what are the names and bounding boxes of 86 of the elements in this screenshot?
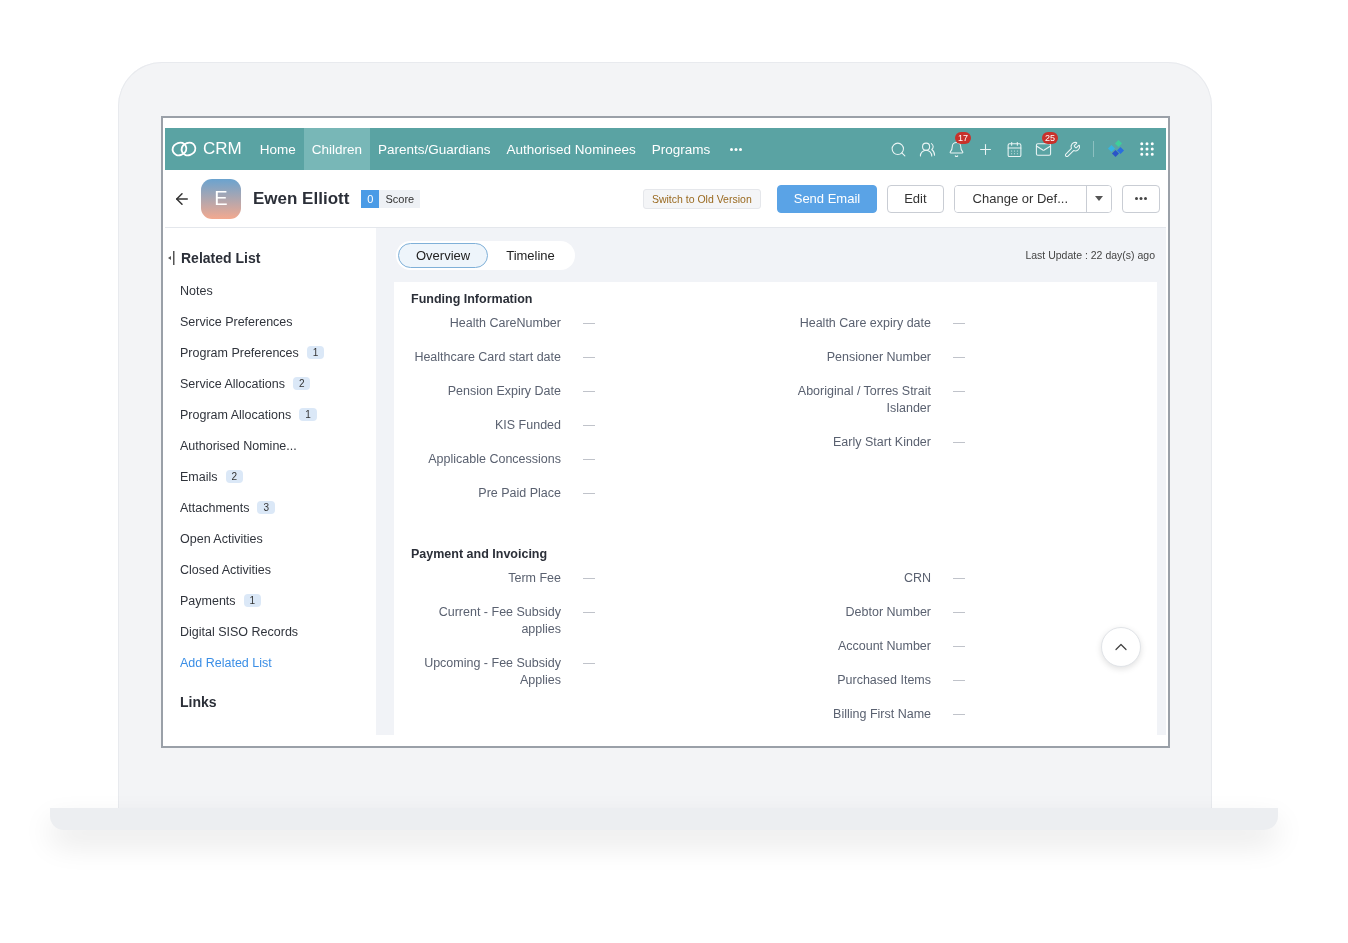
view-tab[interactable]: Timeline — [488, 242, 573, 268]
people-icon[interactable] — [919, 140, 936, 158]
related-list-item[interactable]: Payments — [180, 593, 236, 608]
search-icon[interactable] — [890, 140, 907, 158]
apps-grid-icon[interactable] — [1138, 140, 1156, 158]
item-count: 2 — [225, 470, 244, 483]
field-value: — — [583, 570, 595, 587]
mail-icon[interactable] — [1035, 140, 1052, 158]
field-value: — — [583, 655, 595, 672]
edit-button[interactable]: Edit — [887, 184, 944, 213]
field-label: Pension Expiry Date — [446, 383, 561, 400]
item-count: 3 — [257, 501, 276, 514]
score-value: 0 — [361, 189, 380, 208]
item-count: 1 — [243, 594, 262, 607]
score-label: Score — [384, 191, 416, 207]
notification-count: 25 — [1042, 131, 1058, 144]
field-value: — — [583, 349, 595, 366]
item-count: 1 — [306, 346, 325, 359]
field-label: Current - Fee Subsidy applies — [437, 604, 561, 638]
section-heading: Related List — [181, 250, 261, 266]
field-value: — — [953, 672, 965, 689]
rings-logo-icon — [171, 140, 197, 158]
collapse-icon[interactable] — [168, 251, 175, 265]
field-value: — — [953, 434, 965, 451]
avatar: E — [201, 178, 241, 219]
field-value: — — [583, 451, 595, 468]
field-value: — — [953, 604, 965, 621]
field-label: Billing First Name — [832, 706, 931, 723]
field-label: Term Fee — [507, 570, 561, 587]
field-label: Healthcare Card start date — [413, 349, 561, 366]
field-label: Upcoming - Fee Subsidy Applies — [423, 655, 561, 689]
field-label: Debtor Number — [844, 604, 931, 621]
related-list-item[interactable]: Authorised Nomine... — [180, 438, 297, 453]
item-count: 1 — [299, 408, 317, 421]
field-label: Aboriginal / Torres Strait Islander — [796, 383, 931, 417]
switch-version-link[interactable]: Switch to Old Version — [642, 188, 761, 209]
field-value: — — [583, 383, 595, 400]
section-title: Payment and Invoicing — [411, 547, 549, 561]
ellipsis-icon — [1135, 197, 1147, 200]
caret-icon — [1095, 196, 1103, 201]
ellipsis-icon — [730, 147, 743, 151]
section-title: Funding Information — [411, 292, 534, 306]
field-label: Early Start Kinder — [832, 434, 931, 451]
record-name: Ewen Elliott — [253, 188, 350, 209]
field-value: — — [953, 315, 965, 332]
view-tab[interactable]: Overview — [398, 242, 489, 268]
related-list-item[interactable]: Program Preferences — [180, 345, 299, 360]
bell-icon[interactable] — [948, 140, 965, 158]
field-value: — — [583, 417, 595, 434]
related-list-item[interactable]: Closed Activities — [180, 562, 271, 577]
add-link[interactable]: Add Related List — [180, 655, 272, 670]
field-value: — — [583, 315, 595, 332]
diamonds-logo-icon[interactable] — [1106, 140, 1126, 158]
last-update-text: Last Update : 22 day(s) ago — [1025, 249, 1155, 261]
related-list-item[interactable]: Emails — [180, 469, 218, 484]
notification-count: 17 — [955, 131, 971, 144]
field-value: — — [953, 383, 965, 400]
field-label: Health CareNumber — [448, 315, 561, 332]
related-list-item[interactable]: Notes — [180, 283, 213, 298]
calendar-icon[interactable] — [1006, 140, 1023, 158]
field-label: CRN — [902, 570, 931, 587]
field-value: — — [583, 485, 595, 502]
related-list-item[interactable]: Service Allocations — [180, 376, 285, 391]
related-list-item[interactable]: Program Allocations — [180, 407, 292, 422]
brand-name: CRM — [203, 139, 242, 159]
related-list-item[interactable]: Attachments — [180, 500, 250, 515]
field-label: Applicable Concessions — [427, 451, 561, 468]
related-list-item[interactable]: Open Activities — [180, 531, 263, 546]
field-label: Pre Paid Place — [477, 485, 561, 502]
section-heading: Links — [179, 694, 218, 710]
field-value: — — [953, 570, 965, 587]
field-value: — — [953, 638, 965, 655]
item-count: 2 — [292, 377, 311, 390]
related-list-item[interactable]: Digital SISO Records — [180, 624, 299, 639]
field-label: Health Care expiry date — [798, 315, 931, 332]
field-value: — — [953, 706, 965, 723]
more-button[interactable] — [1122, 184, 1160, 213]
field-label: KIS Funded — [494, 417, 561, 434]
related-list-item[interactable]: Service Preferences — [180, 314, 293, 329]
dropdown-button[interactable] — [1086, 185, 1111, 212]
field-label: Pensioner Number — [825, 349, 931, 366]
field-label: Purchased Items — [836, 672, 931, 689]
wrench-icon[interactable] — [1064, 140, 1081, 158]
field-value: — — [953, 349, 965, 366]
field-value: — — [583, 604, 595, 621]
field-label: Account Number — [836, 638, 931, 655]
